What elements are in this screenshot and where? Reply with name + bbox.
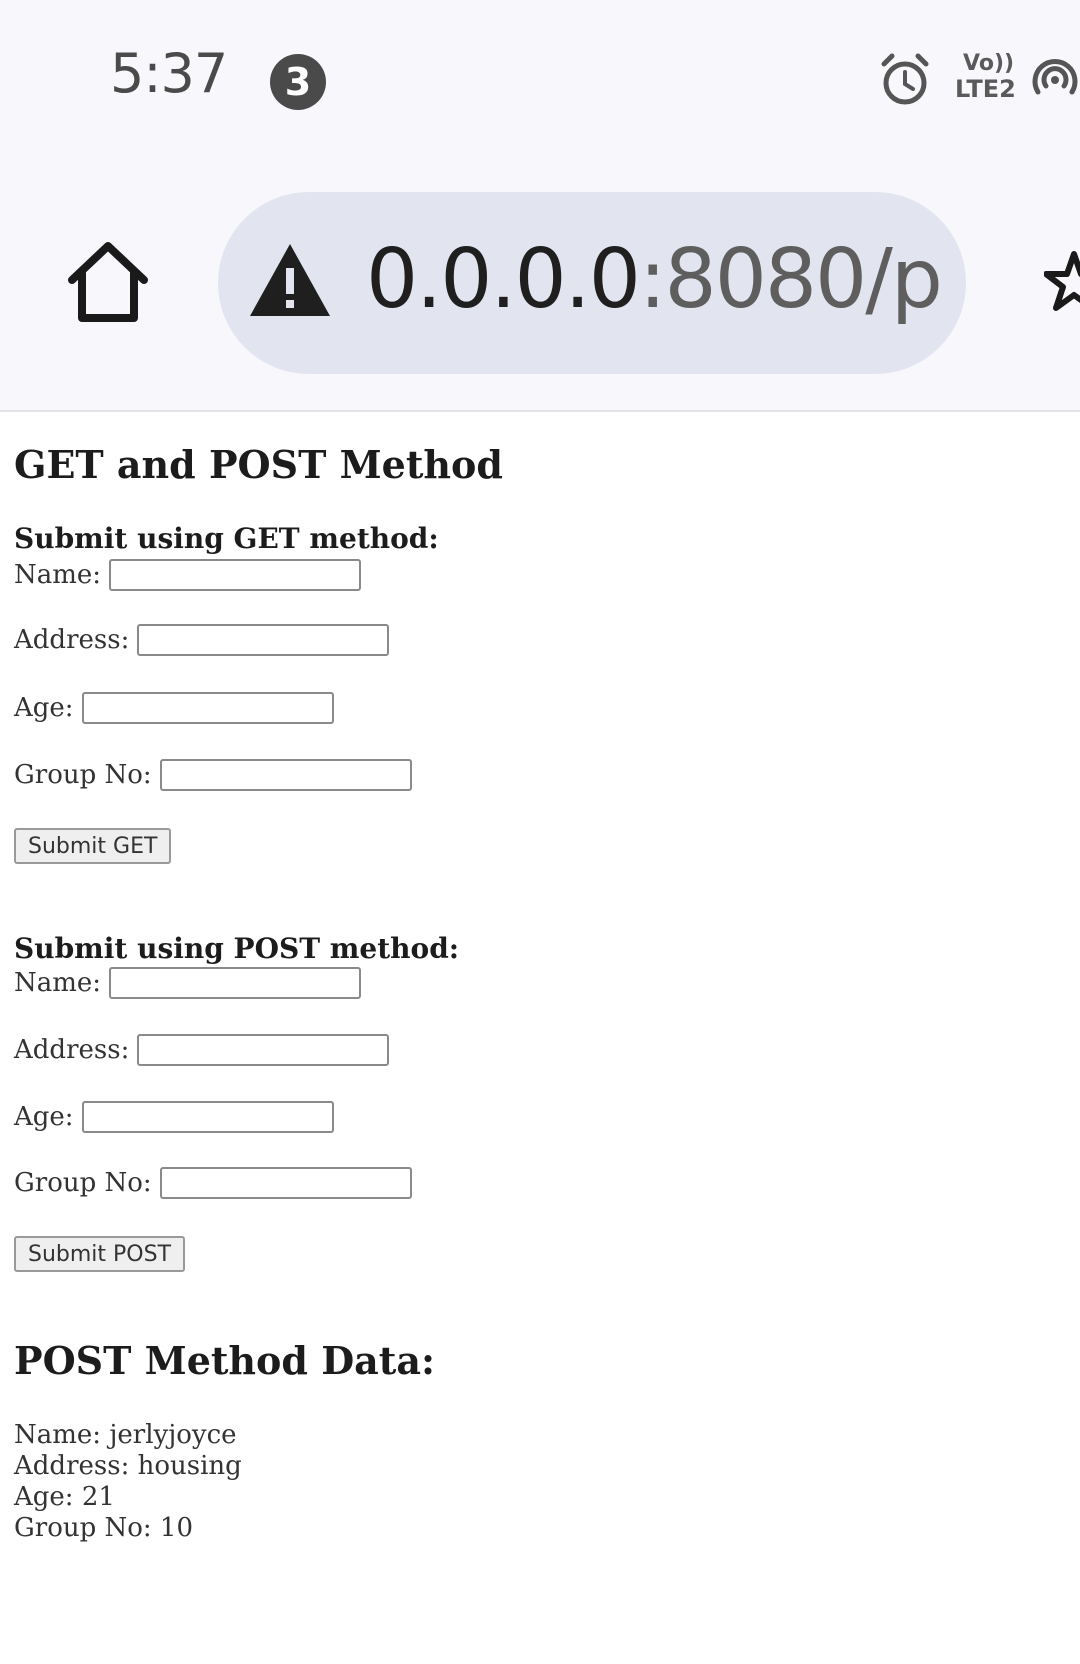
status-time: 5:37: [110, 42, 228, 105]
post-name-label: Name:: [14, 968, 102, 998]
get-name-row: Name:: [14, 557, 362, 593]
post-group-label: Group No:: [14, 1168, 152, 1198]
status-bar: 5:37 3 Vo)) LTE2: [0, 0, 1080, 160]
get-age-row: Age:: [14, 690, 334, 726]
post-data-address: Address: housing: [14, 1451, 242, 1481]
get-group-row: Group No:: [14, 757, 412, 793]
star-icon[interactable]: [1044, 250, 1080, 314]
post-age-label: Age:: [14, 1102, 74, 1132]
get-name-label: Name:: [14, 560, 102, 590]
post-name-row: Name:: [14, 965, 362, 1001]
url-host: 0.0.0.0: [366, 232, 641, 327]
post-data-group: Group No: 10: [14, 1513, 194, 1543]
volte-icon: Vo)) LTE2: [955, 51, 1016, 103]
browser-toolbar: 0.0.0.0:8080/p: [0, 160, 1080, 412]
post-data-age: Age: 21: [14, 1482, 115, 1512]
get-address-input[interactable]: [137, 624, 390, 656]
get-address-row: Address:: [14, 622, 390, 658]
home-icon[interactable]: [64, 238, 152, 326]
post-group-input[interactable]: [159, 1167, 412, 1199]
get-age-label: Age:: [14, 693, 74, 723]
get-age-input[interactable]: [81, 692, 334, 724]
submit-get-button[interactable]: Submit GET: [14, 828, 172, 864]
post-group-row: Group No:: [14, 1165, 412, 1201]
post-address-label: Address:: [14, 1035, 130, 1065]
get-group-input[interactable]: [159, 759, 412, 791]
get-group-label: Group No:: [14, 760, 152, 790]
post-data-heading: POST Method Data:: [14, 1338, 435, 1383]
post-address-row: Address:: [14, 1032, 390, 1068]
page-title: GET and POST Method: [14, 442, 503, 487]
notification-count-badge: 3: [270, 54, 326, 110]
post-form-heading: Submit using POST method:: [14, 932, 460, 965]
hotspot-icon: [1032, 59, 1078, 95]
get-name-input[interactable]: [109, 559, 362, 591]
url-text[interactable]: 0.0.0.0:8080/p: [366, 230, 966, 330]
post-data-output: Name: jerlyjoyce Address: housing Age: 2…: [14, 1420, 242, 1544]
get-form-heading: Submit using GET method:: [14, 522, 439, 555]
address-bar[interactable]: 0.0.0.0:8080/p: [218, 192, 966, 374]
warning-icon[interactable]: [248, 242, 332, 318]
get-address-label: Address:: [14, 625, 130, 655]
post-data-name: Name: jerlyjoyce: [14, 1420, 237, 1450]
submit-post-button[interactable]: Submit POST: [14, 1236, 186, 1272]
post-age-row: Age:: [14, 1099, 334, 1135]
post-address-input[interactable]: [137, 1034, 390, 1066]
url-path: :8080/p: [638, 232, 943, 327]
post-name-input[interactable]: [109, 967, 362, 999]
post-age-input[interactable]: [81, 1101, 334, 1133]
alarm-icon: [881, 53, 929, 105]
